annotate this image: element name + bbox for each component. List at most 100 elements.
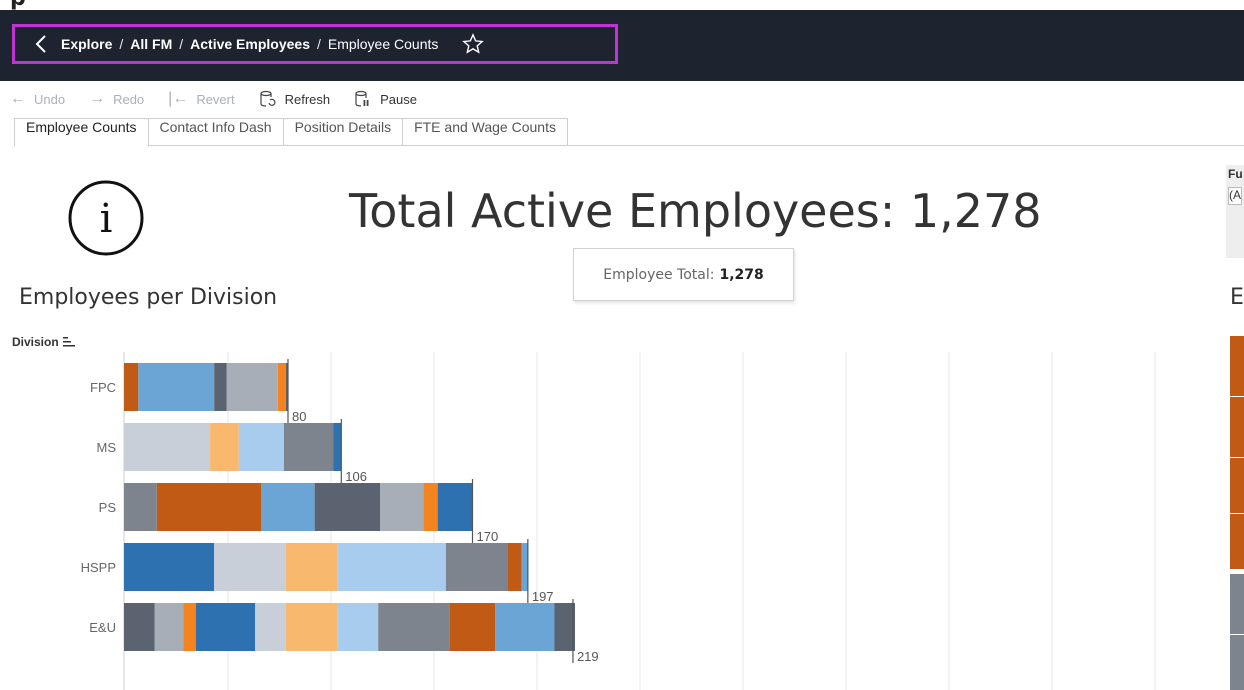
- bar-total-label: 197: [532, 589, 554, 604]
- refresh-button[interactable]: Refresh: [259, 90, 331, 108]
- category-label: PS: [99, 500, 117, 515]
- right-chart-peek: [1230, 336, 1244, 690]
- bar-segment: [261, 483, 315, 531]
- division-sort-header[interactable]: Division: [12, 335, 75, 349]
- bar-segment: [138, 363, 215, 411]
- tab-fte-and-wage-counts[interactable]: FTE and Wage Counts: [402, 118, 568, 145]
- division-header-label: Division: [12, 335, 59, 349]
- star-icon[interactable]: [462, 33, 485, 55]
- toolbar: ← Undo → Redo |← Revert Refresh Pause: [0, 83, 1244, 115]
- bar-segment: [124, 603, 155, 651]
- bar-segment: [495, 603, 555, 651]
- revert-button[interactable]: |← Revert: [168, 90, 234, 108]
- bar-segment: [156, 483, 262, 531]
- bar-segment: [195, 603, 256, 651]
- pause-button[interactable]: Pause: [354, 90, 417, 108]
- filter-panel-peek[interactable]: Fu (A: [1226, 165, 1244, 258]
- undo-button[interactable]: ← Undo: [10, 90, 65, 108]
- bar-segment: [124, 363, 139, 411]
- clipped-heading-glyph: p: [10, 0, 26, 10]
- info-icon[interactable]: i: [67, 179, 145, 257]
- bar-total-label: 80: [292, 409, 306, 424]
- bar-segment: [255, 603, 286, 651]
- breadcrumb-separator: /: [179, 36, 184, 52]
- page-title: Total Active Employees: 1,278: [349, 184, 1042, 238]
- bar-segment: [124, 423, 211, 471]
- bar-segment: [214, 363, 227, 411]
- arrow-left-icon: ←: [10, 90, 26, 107]
- category-label: HSPP: [81, 560, 116, 575]
- revert-icon: |←: [168, 90, 189, 107]
- pause-label: Pause: [380, 91, 418, 107]
- bar-segment: [449, 603, 496, 651]
- breadcrumb-explore[interactable]: Explore: [61, 36, 112, 52]
- svg-text:i: i: [100, 196, 113, 242]
- bar-segment: [337, 543, 446, 591]
- right-chart-bar: [1230, 514, 1244, 569]
- right-section-title: E: [1230, 285, 1244, 310]
- bar-total-label: 170: [477, 529, 499, 544]
- refresh-data-icon: [260, 90, 276, 107]
- bar-segment: [210, 423, 239, 471]
- category-label: E&U: [89, 620, 116, 635]
- bar-segment: [238, 423, 284, 471]
- bar-segment: [437, 483, 473, 531]
- bar-segment: [285, 603, 338, 651]
- tooltip-value: 1,278: [719, 266, 764, 283]
- undo-label: Undo: [34, 91, 66, 107]
- bar-segment: [333, 423, 342, 471]
- employee-total-tooltip: Employee Total: 1,278: [573, 248, 794, 301]
- tab-position-details[interactable]: Position Details: [282, 118, 404, 145]
- bar-segment: [337, 603, 379, 651]
- right-chart-bar: [1230, 397, 1244, 457]
- bar-segment: [423, 483, 438, 531]
- bar-segment: [283, 423, 334, 471]
- bar-segment: [154, 603, 184, 651]
- bar-segment: [226, 363, 278, 411]
- employees-per-division-chart: FPC 80 MS 106 PS 170 HSPP 197 E&U 219: [81, 352, 1156, 690]
- bar-segment: [214, 543, 286, 591]
- right-chart-bar: [1230, 574, 1244, 634]
- bar-total-label: 106: [345, 469, 367, 484]
- bar-segment: [285, 543, 338, 591]
- tab-employee-counts[interactable]: Employee Counts: [14, 118, 149, 147]
- filter-dropdown[interactable]: (A: [1228, 187, 1242, 205]
- sheet-tabs: Employee Counts Contact Info Dash Positi…: [14, 118, 1244, 147]
- redo-label: Redo: [113, 91, 145, 107]
- breadcrumb-all-fm[interactable]: All FM: [130, 36, 172, 52]
- bar-segment: [277, 363, 286, 411]
- breadcrumb-employee-counts: Employee Counts: [327, 36, 439, 52]
- category-label: MS: [97, 440, 117, 455]
- filter-label: Fu: [1228, 167, 1243, 181]
- tab-contact-info-dash[interactable]: Contact Info Dash: [147, 118, 284, 145]
- refresh-label: Refresh: [284, 91, 331, 107]
- breadcrumb-active-employees[interactable]: Active Employees: [190, 36, 310, 52]
- bar-segment: [521, 543, 528, 591]
- breadcrumb-separator: /: [316, 36, 321, 52]
- redo-button[interactable]: → Redo: [89, 90, 144, 108]
- breadcrumb-separator: /: [119, 36, 124, 52]
- right-chart-bar: [1230, 635, 1244, 690]
- bar-segment: [314, 483, 381, 531]
- bar-segment: [378, 603, 450, 651]
- bar-segment: [445, 543, 508, 591]
- right-chart-bar: [1230, 336, 1244, 396]
- right-chart-bar: [1230, 458, 1244, 513]
- navbar: Explore / All FM / Active Employees / Em…: [0, 10, 1244, 81]
- bar-segment: [183, 603, 196, 651]
- arrow-right-icon: →: [89, 90, 106, 107]
- bar-segment: [554, 603, 575, 651]
- tooltip-label: Employee Total:: [603, 266, 715, 283]
- sort-icon: [62, 337, 75, 347]
- bar-total-label: 219: [577, 649, 599, 664]
- top-strip: p: [0, 0, 1244, 10]
- bar-segment: [380, 483, 424, 531]
- revert-label: Revert: [196, 91, 235, 107]
- chevron-left-icon[interactable]: [21, 34, 61, 54]
- breadcrumb: Explore / All FM / Active Employees / Em…: [12, 24, 618, 64]
- category-label: FPC: [90, 380, 116, 395]
- pause-data-icon: [355, 90, 369, 107]
- bar-segment: [124, 543, 215, 591]
- section-title: Employees per Division: [19, 285, 278, 310]
- bar-segment: [124, 483, 157, 531]
